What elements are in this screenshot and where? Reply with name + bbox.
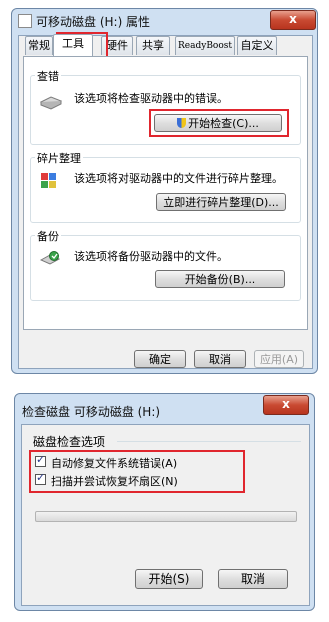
title-bar[interactable]: 可移动磁盘 (H:) 属性 x (12, 9, 317, 33)
group-label: 查错 (35, 68, 61, 84)
options-group: 磁盘检查选项 ✓ 自动修复文件系统错误(A) ✓ 扫描并尝试恢复坏扇区(N) (29, 433, 301, 495)
group-label: 碎片整理 (35, 150, 83, 166)
tab-customize[interactable]: 自定义 (237, 36, 277, 55)
tab-sharing[interactable]: 共享 (136, 36, 170, 55)
backup-description: 该选项将备份驱动器中的文件。 (74, 250, 228, 263)
title-bar[interactable]: 检查磁盘 可移动磁盘 (H:) x (15, 394, 314, 419)
disk-check-icon (39, 96, 63, 110)
dialog-title: 检查磁盘 可移动磁盘 (H:) (22, 405, 161, 419)
close-icon: x (289, 12, 297, 26)
error-check-group: 查错 该选项将检查驱动器中的错误。 开始检查(C)... (30, 68, 301, 145)
options-divider (117, 441, 301, 442)
apply-button[interactable]: 应用(A) (254, 350, 304, 368)
ok-button[interactable]: 确定 (134, 350, 186, 368)
start-check-highlight (149, 109, 289, 137)
defrag-group: 碎片整理 该选项将对驱动器中的文件进行碎片整理。 立即进行碎片整理(D)... (30, 150, 301, 223)
close-button[interactable]: x (263, 395, 309, 415)
tab-tools[interactable]: 工具 (53, 34, 93, 56)
properties-dialog: 可移动磁盘 (H:) 属性 x 常规 工具 硬件 共享 ReadyBoost 自… (11, 8, 318, 374)
tools-panel: 查错 该选项将检查驱动器中的错误。 开始检查(C)... 碎片整理 该选项将对驱… (23, 56, 308, 330)
dialog-title: 可移动磁盘 (H:) 属性 (36, 15, 151, 29)
defrag-now-button[interactable]: 立即进行碎片整理(D)... (156, 193, 286, 211)
check-description: 该选项将检查驱动器中的错误。 (74, 92, 228, 105)
defrag-icon (41, 173, 56, 188)
backup-icon (39, 251, 61, 265)
options-highlight (29, 450, 245, 493)
group-label: 备份 (35, 228, 61, 244)
drive-icon (18, 14, 32, 28)
check-disk-dialog: 检查磁盘 可移动磁盘 (H:) x 磁盘检查选项 ✓ 自动修复文件系统错误(A)… (14, 393, 315, 611)
close-button[interactable]: x (270, 10, 316, 30)
cancel-button[interactable]: 取消 (218, 569, 288, 589)
backup-group: 备份 该选项将备份驱动器中的文件。 开始备份(B)... (30, 228, 301, 301)
options-label: 磁盘检查选项 (33, 435, 106, 449)
defrag-description: 该选项将对驱动器中的文件进行碎片整理。 (74, 172, 283, 185)
tab-general[interactable]: 常规 (25, 36, 53, 55)
start-backup-button[interactable]: 开始备份(B)... (155, 270, 285, 288)
cancel-button[interactable]: 取消 (194, 350, 246, 368)
start-button[interactable]: 开始(S) (135, 569, 203, 589)
tab-readyboost[interactable]: ReadyBoost (175, 36, 235, 55)
close-icon: x (282, 397, 290, 411)
progress-bar (35, 511, 297, 522)
dialog-client: 常规 工具 硬件 共享 ReadyBoost 自定义 查错 该选项将检查驱动器中… (18, 32, 313, 369)
dialog-client: 磁盘检查选项 ✓ 自动修复文件系统错误(A) ✓ 扫描并尝试恢复坏扇区(N) 开… (21, 424, 310, 606)
